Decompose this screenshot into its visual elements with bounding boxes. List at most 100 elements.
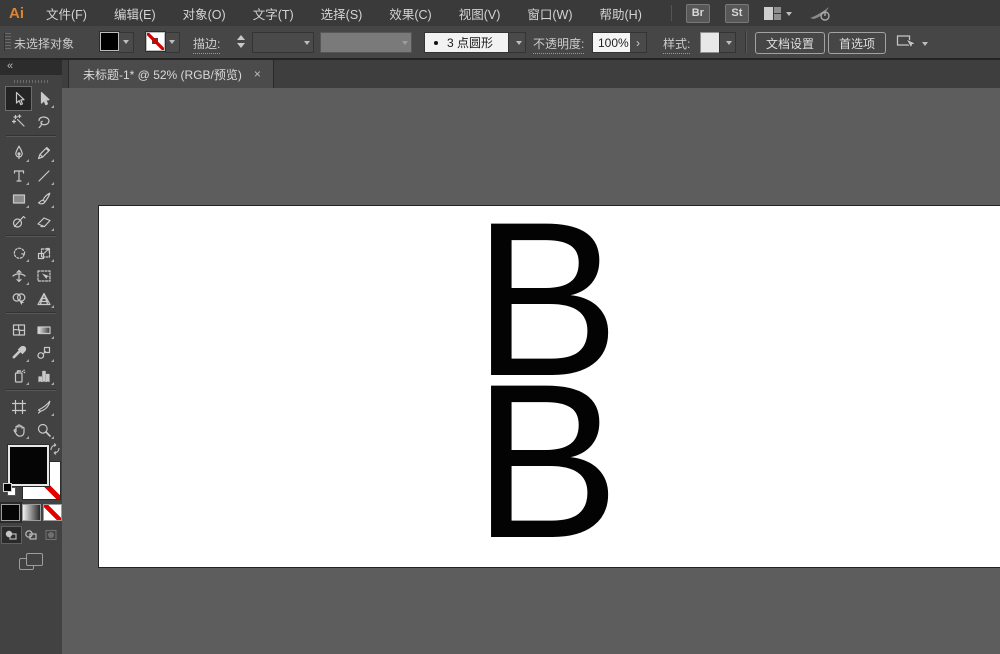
select-similar-chevron-icon[interactable] bbox=[922, 42, 928, 49]
draw-normal-button[interactable] bbox=[2, 527, 21, 543]
stepper-down-icon[interactable] bbox=[237, 43, 245, 52]
pen-tool[interactable] bbox=[6, 141, 31, 164]
gradient-mode-button[interactable] bbox=[22, 504, 41, 521]
canvas[interactable]: B B bbox=[62, 88, 1000, 654]
document-tab-bar: 未标题-1* @ 52% (RGB/预览) × bbox=[62, 60, 1000, 89]
artboard-tool[interactable] bbox=[6, 395, 31, 418]
workspace-chevron-down-icon[interactable] bbox=[786, 12, 792, 19]
draw-behind-button[interactable] bbox=[22, 527, 41, 543]
select-similar-icon[interactable] bbox=[896, 33, 918, 51]
menu-object[interactable]: 对象(O) bbox=[183, 4, 226, 23]
bridge-button[interactable]: Br bbox=[686, 4, 710, 23]
controlbar-grip[interactable] bbox=[4, 33, 11, 51]
magic-wand-tool[interactable] bbox=[6, 110, 31, 133]
width-tool[interactable] bbox=[6, 264, 31, 287]
type-tool[interactable] bbox=[6, 164, 31, 187]
shape-builder-tool[interactable] bbox=[6, 287, 31, 310]
stroke-weight-stepper[interactable] bbox=[237, 31, 245, 52]
style-swatch[interactable] bbox=[700, 32, 720, 53]
collapse-panel-icon[interactable]: « bbox=[7, 60, 14, 72]
default-fill-stroke-icon[interactable] bbox=[3, 483, 15, 495]
document-setup-button[interactable]: 文档设置 bbox=[755, 32, 825, 54]
swap-fill-stroke-icon[interactable] bbox=[49, 443, 61, 455]
style-chevron-icon[interactable] bbox=[719, 32, 736, 53]
free-transform-tool[interactable] bbox=[31, 264, 56, 287]
blob-brush-tool[interactable] bbox=[6, 210, 31, 233]
paintbrush-tool[interactable] bbox=[31, 187, 56, 210]
menu-effect[interactable]: 效果(C) bbox=[389, 4, 431, 23]
selection-tool[interactable] bbox=[6, 87, 31, 110]
symbol-sprayer-tool[interactable] bbox=[6, 364, 31, 387]
menu-select[interactable]: 选择(S) bbox=[321, 4, 363, 23]
style-panel-link[interactable]: 样式: bbox=[663, 35, 690, 54]
tools-panel-grip[interactable] bbox=[14, 80, 48, 83]
opacity-input[interactable]: 100% bbox=[592, 32, 635, 53]
workspace-switcher-icon[interactable] bbox=[764, 7, 781, 20]
menu-window[interactable]: 窗口(W) bbox=[527, 4, 572, 23]
mesh-tool[interactable] bbox=[6, 318, 31, 341]
stock-button[interactable]: St bbox=[725, 4, 749, 23]
none-mode-button[interactable] bbox=[43, 504, 62, 521]
menu-bar: Ai 文件(F) 编辑(E) 对象(O) 文字(T) 选择(S) 效果(C) 视… bbox=[0, 0, 1000, 27]
pencil-tool[interactable] bbox=[31, 141, 56, 164]
opacity-panel-link[interactable]: 不透明度: bbox=[533, 35, 584, 54]
fill-color-chevron-icon[interactable] bbox=[119, 32, 134, 53]
tools-panel-header[interactable]: « bbox=[0, 60, 62, 75]
brush-name: 3 点圆形 bbox=[447, 34, 493, 51]
document-area: « bbox=[0, 60, 1000, 654]
toolbar-divider bbox=[6, 136, 56, 137]
eraser-tool[interactable] bbox=[31, 210, 56, 233]
rectangle-tool[interactable] bbox=[6, 187, 31, 210]
gradient-tool[interactable] bbox=[31, 318, 56, 341]
tools-panel: « bbox=[0, 60, 63, 654]
cs-live-icon[interactable] bbox=[808, 5, 832, 22]
slice-tool[interactable] bbox=[31, 395, 56, 418]
lasso-tool[interactable] bbox=[31, 110, 56, 133]
toolbar-divider bbox=[6, 236, 56, 237]
stroke-profile-dropdown[interactable] bbox=[320, 32, 412, 53]
menu-edit[interactable]: 编辑(E) bbox=[114, 4, 156, 23]
artwork-letter-b-2[interactable]: B bbox=[473, 351, 620, 571]
stroke-weight-combo[interactable] bbox=[252, 32, 314, 53]
control-bar: 未选择对象 描边: 3 点圆形 不透明度: 100% › 样式: 文档设置 首选… bbox=[0, 26, 1000, 58]
perspective-grid-tool[interactable] bbox=[31, 287, 56, 310]
menu-help[interactable]: 帮助(H) bbox=[600, 4, 642, 23]
menubar-divider bbox=[671, 5, 672, 21]
brush-chevron-icon[interactable] bbox=[508, 32, 526, 53]
column-graph-tool[interactable] bbox=[31, 364, 56, 387]
controlbar-divider bbox=[745, 31, 746, 53]
stroke-color-control[interactable] bbox=[146, 32, 180, 53]
stroke-panel-link[interactable]: 描边: bbox=[193, 35, 220, 54]
eyedropper-tool[interactable] bbox=[6, 341, 31, 364]
rotate-tool[interactable] bbox=[6, 241, 31, 264]
document-tab[interactable]: 未标题-1* @ 52% (RGB/预览) × bbox=[68, 60, 274, 88]
direct-selection-tool[interactable] bbox=[31, 87, 56, 110]
stroke-color-swatch[interactable] bbox=[146, 32, 165, 51]
line-segment-tool[interactable] bbox=[31, 164, 56, 187]
app-logo: Ai bbox=[9, 5, 24, 22]
menu-file[interactable]: 文件(F) bbox=[46, 4, 87, 23]
menu-view[interactable]: 视图(V) bbox=[459, 4, 501, 23]
opacity-expand-button[interactable]: › bbox=[630, 32, 647, 53]
stepper-up-icon[interactable] bbox=[237, 31, 245, 40]
brush-preview-dot-icon bbox=[434, 41, 438, 45]
fill-stroke-swatches bbox=[0, 443, 62, 501]
brush-definition-field[interactable]: 3 点圆形 bbox=[424, 32, 510, 53]
scale-tool[interactable] bbox=[31, 241, 56, 264]
blend-tool[interactable] bbox=[31, 341, 56, 364]
draw-inside-button[interactable] bbox=[42, 527, 61, 543]
fill-color-control[interactable] bbox=[100, 32, 134, 53]
toolbar-divider bbox=[6, 390, 56, 391]
fill-color-swatch[interactable] bbox=[100, 32, 119, 51]
drawing-mode-row bbox=[0, 527, 62, 543]
stroke-color-chevron-icon[interactable] bbox=[165, 32, 180, 53]
tab-close-icon[interactable]: × bbox=[254, 67, 261, 81]
preferences-button[interactable]: 首选项 bbox=[828, 32, 886, 54]
zoom-tool[interactable] bbox=[31, 418, 56, 441]
paint-mode-row bbox=[0, 504, 62, 521]
color-mode-button[interactable] bbox=[1, 504, 20, 521]
menu-type[interactable]: 文字(T) bbox=[253, 4, 294, 23]
fill-swatch[interactable] bbox=[8, 445, 49, 486]
screen-mode-button[interactable] bbox=[19, 553, 43, 571]
hand-tool[interactable] bbox=[6, 418, 31, 441]
